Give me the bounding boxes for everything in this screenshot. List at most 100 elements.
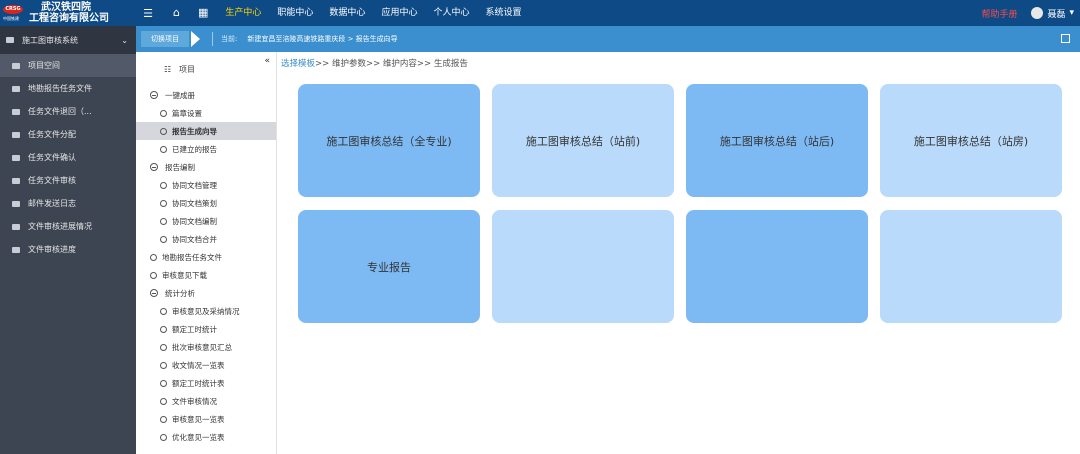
- tree-node[interactable]: 优化意见一览表: [136, 428, 276, 446]
- company-name: 武汉铁四院 工程咨询有限公司: [29, 2, 109, 24]
- sidebar: 施工图审核系统 ⌄ 项目空间 地勘报告任务文件 任务文件退回（... 任务文件分…: [0, 26, 136, 454]
- tree-node[interactable]: 收文情况一览表: [136, 356, 276, 374]
- avatar: [1031, 7, 1044, 19]
- tree-node[interactable]: 已建立的报告: [136, 140, 276, 158]
- sidebar-item-task-file-return[interactable]: 任务文件退回（...: [0, 100, 136, 123]
- tree-node-label: 优化意见一览表: [172, 432, 225, 442]
- top-nav: ⌂ ▦ 生产中心 职能中心 数据中心 应用中心 个人中心 系统设置: [164, 0, 529, 26]
- list-icon: ☷: [164, 65, 172, 74]
- sidebar-item-task-file-review[interactable]: 任务文件审核: [0, 169, 136, 192]
- tree-node[interactable]: 审核意见一览表: [136, 410, 276, 428]
- tree-node[interactable]: 统计分析: [136, 284, 276, 302]
- template-card[interactable]: 施工图审核总结（站后): [686, 84, 868, 197]
- template-card-label: 施工图审核总结（站房): [913, 134, 1029, 148]
- system-icon: [6, 37, 14, 43]
- sidebar-item-review-progress[interactable]: 文件审核进度: [0, 238, 136, 261]
- tree-node-label: 地勘报告任务文件: [162, 252, 222, 262]
- current-path: 新建宜昌至涪陵高速铁路重庆段 > 报告生成向导: [247, 35, 398, 43]
- switch-project-button[interactable]: 切换项目: [141, 31, 189, 47]
- home-icon[interactable]: ⌂: [164, 0, 189, 26]
- tree-node-label: 协同文档管理: [172, 180, 217, 190]
- template-card[interactable]: [492, 210, 674, 323]
- sidebar-item-mail-log[interactable]: 邮件发送日志: [0, 192, 136, 215]
- grid-icon[interactable]: ▦: [189, 0, 217, 26]
- tree-node[interactable]: 审核意见下载: [136, 266, 276, 284]
- collapse-minus-icon: [150, 289, 158, 297]
- tree-node-label: 额定工时统计表: [172, 378, 225, 388]
- tree-node[interactable]: 篇章设置: [136, 104, 276, 122]
- tree-node[interactable]: 协同文档合并: [136, 230, 276, 248]
- template-card[interactable]: 施工图审核总结（站前): [492, 84, 674, 197]
- nav-data-center[interactable]: 数据中心: [321, 0, 373, 26]
- sidebar-item-label: 任务文件审核: [28, 176, 76, 185]
- tree-node[interactable]: 报告生成向导: [136, 122, 276, 140]
- tree-node[interactable]: 批次审核意见汇总: [136, 338, 276, 356]
- divider: [212, 32, 213, 46]
- arrow-right-icon: [191, 31, 200, 47]
- menu-item-icon: [12, 177, 20, 184]
- template-card[interactable]: 施工图审核总结（站房): [880, 84, 1062, 197]
- tree-node[interactable]: 文件审核情况: [136, 392, 276, 410]
- circle-bullet-icon: [160, 307, 167, 315]
- current-label: 当前:: [221, 35, 238, 43]
- tree-node-label: 审核意见及采纳情况: [172, 306, 240, 316]
- system-selector[interactable]: 施工图审核系统 ⌄: [0, 26, 136, 54]
- fullscreen-icon[interactable]: [1061, 34, 1070, 43]
- help-manual-link[interactable]: 帮助手册: [981, 7, 1017, 20]
- tree-node-label: 篇章设置: [172, 108, 202, 118]
- sidebar-item-label: 任务文件确认: [28, 153, 76, 162]
- tree-node-label: 批次审核意见汇总: [172, 342, 232, 352]
- template-card[interactable]: 施工图审核总结（全专业): [298, 84, 480, 197]
- tree-node[interactable]: 额定工时统计表: [136, 374, 276, 392]
- company-logo-icon: CRSG 中国铁建: [3, 3, 23, 23]
- template-card-label: 施工图审核总结（站前): [525, 134, 641, 148]
- menu-item-icon: [12, 108, 20, 115]
- user-name: 聂磊: [1047, 9, 1066, 20]
- tree-node-label: 协同文档编制: [172, 216, 217, 226]
- collapse-icon[interactable]: «: [264, 56, 270, 66]
- nav-function-center[interactable]: 职能中心: [269, 0, 321, 26]
- tree-node[interactable]: 一键成册: [136, 86, 276, 104]
- breadcrumb: 切换项目 当前: 新建宜昌至涪陵高速铁路重庆段 > 报告生成向导: [136, 26, 1080, 52]
- menu-item-icon: [12, 223, 20, 230]
- sidebar-item-task-file-confirm[interactable]: 任务文件确认: [0, 146, 136, 169]
- sidebar-item-label: 文件审核进展情况: [28, 222, 92, 231]
- nav-production-center[interactable]: 生产中心: [217, 0, 269, 26]
- logo: CRSG 中国铁建 武汉铁四院 工程咨询有限公司: [0, 0, 136, 26]
- tree-node[interactable]: 协同文档编制: [136, 212, 276, 230]
- sidebar-item-review-status[interactable]: 文件审核进展情况: [0, 215, 136, 238]
- tree-node[interactable]: 地勘报告任务文件: [136, 248, 276, 266]
- template-card[interactable]: [686, 210, 868, 323]
- sidebar-item-task-file-assign[interactable]: 任务文件分配: [0, 123, 136, 146]
- template-card[interactable]: 专业报告: [298, 210, 480, 323]
- circle-bullet-icon: [160, 235, 167, 243]
- sidebar-item-project-space[interactable]: 项目空间: [0, 54, 136, 77]
- logo-sub: 中国铁建: [3, 16, 19, 21]
- menu-item-icon: [12, 131, 20, 138]
- nav-app-center[interactable]: 应用中心: [373, 0, 425, 26]
- caret-down-icon: ▾: [1069, 8, 1074, 18]
- user-menu[interactable]: 聂磊 ▾: [1031, 7, 1074, 20]
- circle-bullet-icon: [150, 253, 157, 261]
- step-select-template-link[interactable]: 选择模板: [281, 59, 315, 69]
- tree-node[interactable]: 报告编制: [136, 158, 276, 176]
- nav-system-settings[interactable]: 系统设置: [477, 0, 529, 26]
- tree-node[interactable]: 额定工时统计: [136, 320, 276, 338]
- menu-toggle-icon[interactable]: ☰: [136, 7, 160, 20]
- tree-node[interactable]: 协同文档管理: [136, 176, 276, 194]
- wizard-steps-rest: >> 维护参数>> 维护内容>> 生成报告: [315, 59, 468, 69]
- circle-bullet-icon: [160, 415, 167, 423]
- circle-bullet-icon: [160, 325, 167, 333]
- circle-bullet-icon: [160, 127, 167, 135]
- menu-item-icon: [12, 246, 20, 253]
- tree-panel: ☷ 项目 « 一键成册 篇章设置 报告生成向导 已建立的报告 报告编制 协同文档管理 协同文…: [136, 52, 277, 454]
- tree-header: ☷ 项目 «: [136, 52, 276, 86]
- circle-bullet-icon: [160, 109, 167, 117]
- nav-personal-center[interactable]: 个人中心: [425, 0, 477, 26]
- template-card[interactable]: [880, 210, 1062, 323]
- tree-node[interactable]: 协同文档策划: [136, 194, 276, 212]
- tree-node[interactable]: 审核意见及采纳情况: [136, 302, 276, 320]
- sidebar-item-survey-report-tasks[interactable]: 地勘报告任务文件: [0, 77, 136, 100]
- company-line2: 工程咨询有限公司: [29, 13, 109, 24]
- sidebar-item-label: 任务文件分配: [28, 130, 76, 139]
